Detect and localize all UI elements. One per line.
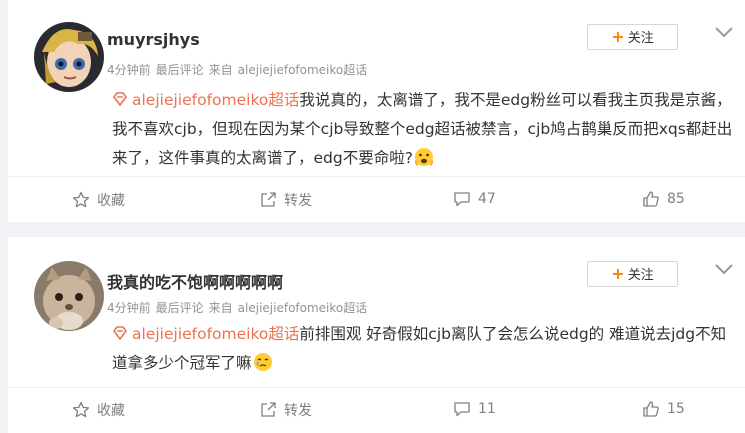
- follow-label: 关注: [627, 31, 654, 46]
- plus-icon: +: [611, 27, 625, 46]
- username[interactable]: 我真的吃不饱啊啊啊啊啊: [107, 269, 283, 293]
- like-button[interactable]: 85: [642, 190, 685, 208]
- thumbs-up-icon: [643, 401, 659, 417]
- comment-count: 11: [478, 401, 496, 417]
- scared-face-emoji: [414, 148, 433, 166]
- source-prefix: 来自: [208, 63, 233, 77]
- topic-link[interactable]: alejiejiefofomeiko超话: [132, 325, 299, 343]
- favorite-button[interactable]: 收藏: [72, 400, 125, 420]
- favorite-label: 收藏: [97, 193, 125, 209]
- like-count: 15: [667, 401, 685, 417]
- forward-label: 转发: [284, 193, 312, 209]
- star-icon: [72, 191, 90, 208]
- chevron-down-icon[interactable]: [712, 22, 736, 42]
- chevron-down-icon[interactable]: [712, 259, 736, 279]
- post-card: muyrsjhys 4分钟前 最后评论 来自 alejiejiefofomeiko超话…: [8, 0, 745, 222]
- avatar[interactable]: [34, 261, 104, 331]
- forward-label: 转发: [284, 403, 312, 419]
- thumbs-up-icon: [643, 191, 659, 207]
- like-button[interactable]: 15: [642, 400, 685, 418]
- follow-button[interactable]: + 关注: [587, 261, 678, 287]
- favorite-label: 收藏: [97, 403, 125, 419]
- post-meta: 4分钟前 最后评论 来自 alejiejiefofomeiko超话: [107, 299, 367, 316]
- favorite-button[interactable]: 收藏: [72, 190, 125, 210]
- follow-button[interactable]: + 关注: [587, 24, 678, 50]
- comment-icon: [454, 192, 470, 207]
- share-icon: [261, 192, 276, 207]
- follow-label: 关注: [627, 268, 654, 283]
- meta-tag: 最后评论: [155, 63, 204, 77]
- meta-tag: 最后评论: [155, 301, 204, 315]
- divider: [8, 176, 745, 177]
- source-link[interactable]: alejiejiefofomeiko超话: [238, 301, 368, 315]
- post-card: 我真的吃不饱啊啊啊啊啊 4分钟前 最后评论 来自 alejiejiefofomeiko…: [8, 237, 745, 433]
- username[interactable]: muyrsjhys: [107, 30, 200, 49]
- like-count: 85: [667, 191, 685, 207]
- teary-face-emoji: [253, 353, 272, 371]
- avatar[interactable]: [34, 22, 104, 92]
- post-content: alejiejiefofomeiko超话前排围观 好奇假如cjb离队了会怎么说e…: [112, 320, 737, 378]
- plus-icon: +: [611, 264, 625, 283]
- topic-link[interactable]: alejiejiefofomeiko超话: [132, 91, 299, 109]
- diamond-topic-icon: [113, 92, 127, 106]
- divider: [8, 387, 745, 388]
- forward-button[interactable]: 转发: [259, 190, 312, 210]
- share-icon: [261, 402, 276, 417]
- post-time[interactable]: 4分钟前: [107, 63, 151, 77]
- star-icon: [72, 401, 90, 418]
- source-link[interactable]: alejiejiefofomeiko超话: [238, 63, 368, 77]
- comment-button[interactable]: 11: [453, 400, 496, 418]
- post-content: alejiejiefofomeiko超话我说真的，太离谱了，我不是edg粉丝可以…: [112, 86, 737, 173]
- comment-button[interactable]: 47: [453, 190, 496, 208]
- comment-count: 47: [478, 191, 496, 207]
- forward-button[interactable]: 转发: [259, 400, 312, 420]
- post-meta: 4分钟前 最后评论 来自 alejiejiefofomeiko超话: [107, 61, 367, 78]
- diamond-topic-icon: [113, 326, 127, 340]
- comment-icon: [454, 402, 470, 417]
- post-time[interactable]: 4分钟前: [107, 301, 151, 315]
- source-prefix: 来自: [208, 301, 233, 315]
